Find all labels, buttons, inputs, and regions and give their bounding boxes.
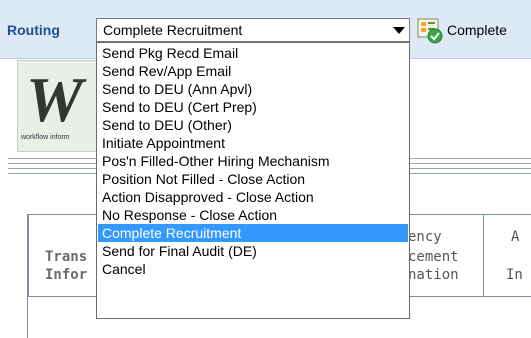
table-header-transaction: Trans	[45, 249, 88, 265]
dropdown-option[interactable]: Pos'n Filled-Other Hiring Mechanism	[98, 152, 408, 170]
table-header-information: Infor	[45, 267, 88, 283]
dropdown-option[interactable]: Send to DEU (Cert Prep)	[98, 98, 408, 116]
table-header-col3-line1: A	[511, 229, 520, 245]
routing-dropdown-list[interactable]: Send Pkg Recd Email Send Rev/App Email Sen…	[96, 42, 410, 319]
dropdown-option[interactable]: Send to DEU (Ann Apvl)	[98, 80, 408, 98]
dropdown-option[interactable]: No Response - Close Action	[98, 206, 408, 224]
routing-label: Routing	[7, 22, 60, 38]
logo-caption: workflow inform	[21, 134, 70, 141]
routing-select-value: Complete Recruitment	[103, 22, 243, 38]
dropdown-arrow-icon[interactable]	[393, 27, 405, 34]
table-header-placement: cement	[408, 249, 459, 265]
routing-select[interactable]: Complete Recruitment	[96, 18, 410, 42]
complete-action-icon[interactable]	[416, 16, 444, 44]
dropdown-option[interactable]: Send to DEU (Other)	[98, 116, 408, 134]
table-header-agency: ency	[408, 229, 442, 245]
dropdown-option[interactable]: Position Not Filled - Close Action	[98, 170, 408, 188]
logo-mark: W	[26, 64, 83, 135]
table-header-col3-line2: In	[506, 267, 523, 283]
table-divider	[28, 215, 29, 296]
dropdown-option[interactable]: Send for Final Audit (DE)	[98, 242, 408, 260]
dropdown-option[interactable]: Complete Recruitment	[98, 224, 408, 242]
dropdown-option[interactable]: Send Pkg Recd Email	[98, 44, 408, 62]
workflow-logo: W workflow inform	[17, 60, 97, 152]
table-header-information-2: nation	[408, 267, 459, 283]
dropdown-option[interactable]: Send Rev/App Email	[98, 62, 408, 80]
dropdown-option[interactable]: Initiate Appointment	[98, 134, 408, 152]
table-divider	[483, 215, 484, 296]
dropdown-option[interactable]: Cancel	[98, 260, 408, 278]
complete-action-label[interactable]: Complete	[447, 22, 507, 38]
dropdown-option[interactable]: Action Disapproved - Close Action	[98, 188, 408, 206]
